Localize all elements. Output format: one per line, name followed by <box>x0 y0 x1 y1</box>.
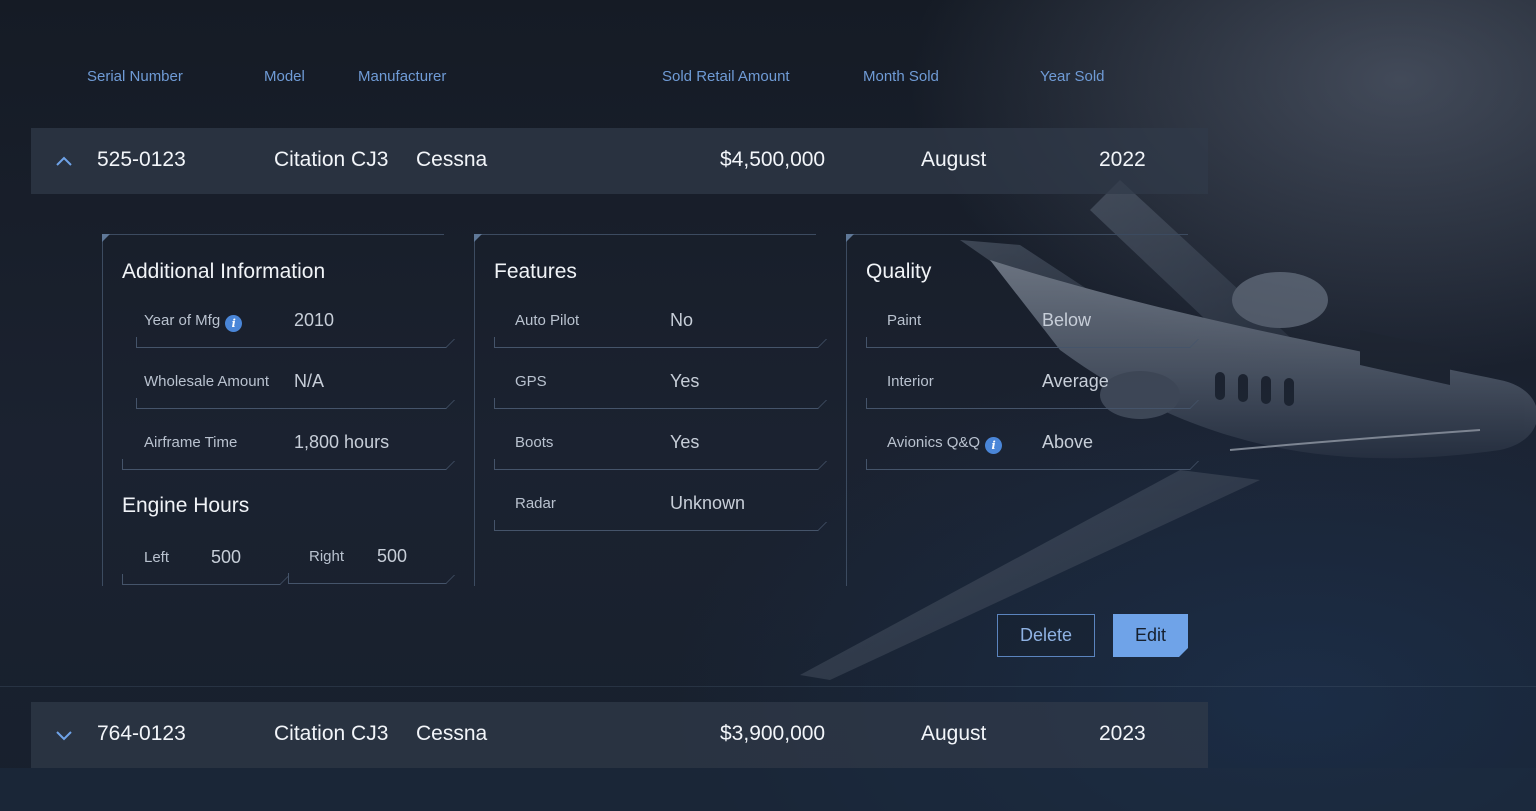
field-label: Paint <box>887 312 922 329</box>
field-value: Average <box>1042 371 1109 391</box>
column-header-serial-number[interactable]: Serial Number <box>87 68 183 85</box>
row-manufacturer: Cessna <box>416 148 488 171</box>
row-divider <box>0 686 1536 687</box>
info-icon[interactable]: i <box>225 315 243 332</box>
card-corner-accent <box>474 234 482 242</box>
card-title: Additional Information <box>122 260 326 283</box>
row-sold-retail-amount: $3,900,000 <box>720 722 826 745</box>
column-header-month-sold[interactable]: Month Sold <box>863 68 939 85</box>
field-value: 1,800 hours <box>294 432 390 452</box>
radar-field: Radar Unknown <box>494 481 817 531</box>
field-label: Airframe Time <box>144 434 238 451</box>
row-year-sold: 2022 <box>1099 148 1146 171</box>
column-header-sold-retail-amount[interactable]: Sold Retail Amount <box>662 68 790 85</box>
next-row-preview <box>0 768 1536 811</box>
field-label: Right <box>309 548 345 565</box>
boots-field: Boots Yes <box>494 420 817 470</box>
card-title: Quality <box>866 260 932 283</box>
avionics-field: Avionics Q&Q i Above <box>866 420 1189 470</box>
auto-pilot-field: Auto Pilot No <box>494 298 817 348</box>
row-month-sold: August <box>921 148 987 171</box>
paint-field: Paint Below <box>866 298 1189 348</box>
field-label: Auto Pilot <box>515 312 580 329</box>
engine-hours-title: Engine Hours <box>122 494 250 517</box>
row-serial-number: 525-0123 <box>97 148 186 171</box>
field-value: Below <box>1042 310 1092 330</box>
quality-card: Quality Paint Below Interior Average Avi… <box>846 234 1189 586</box>
card-title: Features <box>494 260 577 283</box>
field-value: 500 <box>211 547 242 567</box>
row-model: Citation CJ3 <box>274 148 389 171</box>
field-value: No <box>670 310 694 330</box>
row-serial-number: 764-0123 <box>97 722 186 745</box>
field-value: Unknown <box>670 493 746 513</box>
engine-left-field: Left 500 <box>122 535 279 585</box>
field-label-text: Year of Mfg <box>144 312 221 329</box>
field-label: Year of Mfg i <box>144 312 243 332</box>
column-header-model[interactable]: Model <box>264 68 305 85</box>
features-card: Features Auto Pilot No GPS Yes Boots Yes… <box>474 234 817 586</box>
table-row[interactable]: 764-0123 Citation CJ3 Cessna $3,900,000 … <box>31 702 1208 768</box>
column-header-year-sold[interactable]: Year Sold <box>1040 68 1105 85</box>
column-header-manufacturer[interactable]: Manufacturer <box>358 68 446 85</box>
engine-right-field: Right 500 <box>288 534 445 584</box>
row-year-sold: 2023 <box>1099 722 1146 745</box>
wholesale-amount-field: Wholesale Amount N/A <box>136 359 445 409</box>
field-value: N/A <box>294 371 325 391</box>
card-corner-accent <box>846 234 854 242</box>
year-of-mfg-field: Year of Mfg i 2010 <box>136 298 445 348</box>
field-label: Wholesale Amount <box>144 373 270 390</box>
gps-field: GPS Yes <box>494 359 817 409</box>
field-value: Above <box>1042 432 1094 452</box>
field-label: Avionics Q&Q i <box>887 434 1003 454</box>
field-label: Interior <box>887 373 934 390</box>
table-header: Serial Number Model Manufacturer Sold Re… <box>0 68 1536 88</box>
delete-button[interactable]: Delete <box>997 614 1095 657</box>
field-label: Boots <box>515 434 554 451</box>
field-value: Yes <box>670 432 700 452</box>
chevron-up-icon[interactable] <box>53 150 75 172</box>
additional-information-card: Additional Information Year of Mfg i 2010… <box>102 234 445 586</box>
field-label: GPS <box>515 373 547 390</box>
field-label: Left <box>144 549 170 566</box>
card-corner-accent <box>102 234 110 242</box>
chevron-down-icon[interactable] <box>53 724 75 746</box>
interior-field: Interior Average <box>866 359 1189 409</box>
row-model: Citation CJ3 <box>274 722 389 745</box>
table-row[interactable]: 525-0123 Citation CJ3 Cessna $4,500,000 … <box>31 128 1208 194</box>
row-manufacturer: Cessna <box>416 722 488 745</box>
field-value: 2010 <box>294 310 335 330</box>
airframe-time-field: Airframe Time 1,800 hours <box>122 420 445 470</box>
field-label: Radar <box>515 495 556 512</box>
row-month-sold: August <box>921 722 987 745</box>
edit-button[interactable]: Edit <box>1113 614 1188 657</box>
info-icon[interactable]: i <box>985 437 1003 454</box>
field-value: Yes <box>670 371 700 391</box>
field-label-text: Avionics Q&Q <box>887 434 981 451</box>
row-sold-retail-amount: $4,500,000 <box>720 148 826 171</box>
field-value: 500 <box>377 546 408 566</box>
